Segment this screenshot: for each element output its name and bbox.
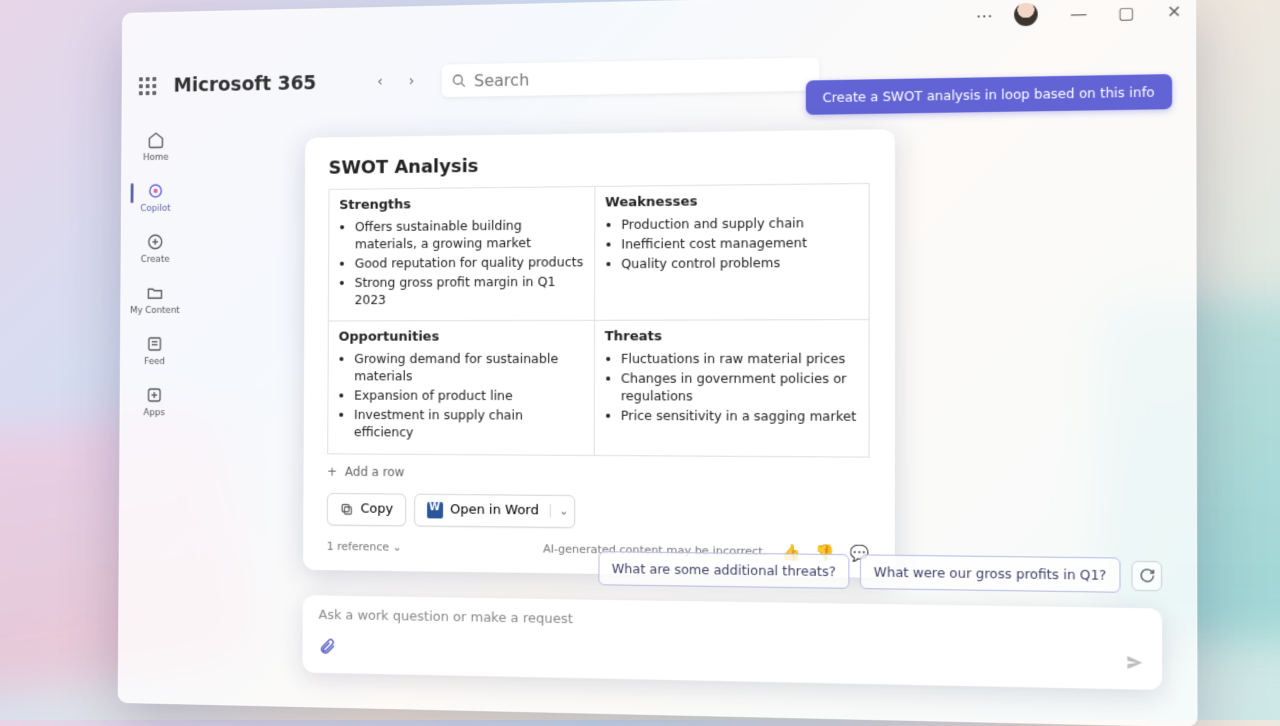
refresh-suggestions-button[interactable] — [1131, 560, 1162, 590]
list-item: Inefficient cost management — [621, 234, 858, 253]
plus-icon: + — [327, 464, 337, 478]
copy-button[interactable]: Copy — [327, 493, 406, 526]
list-item: Quality control problems — [621, 254, 858, 273]
maximize-button[interactable]: ▢ — [1120, 6, 1133, 19]
composer[interactable]: Ask a work question or make a request — [303, 595, 1163, 690]
list-item: Fluctuations in raw material prices — [621, 351, 858, 369]
sidebar-item-home[interactable]: Home — [143, 130, 169, 163]
swot-table: Strengths Offers sustainable building ma… — [327, 183, 869, 458]
feed-icon — [145, 334, 164, 354]
sidebar-item-copilot[interactable]: Copilot — [140, 181, 171, 214]
suggestion-chip[interactable]: What were our gross profits in Q1? — [860, 554, 1121, 592]
list-item: Price sensitivity in a sagging market — [621, 408, 858, 426]
action-row: Copy Open in Word ⌄ — [327, 493, 870, 531]
plus-circle-icon — [146, 232, 165, 252]
attach-button[interactable] — [318, 637, 336, 661]
app-window: ⋯ — ▢ ✕ Microsoft 365 ‹ › Search Home Co… — [118, 0, 1198, 726]
sidebar-item-apps[interactable]: Apps — [143, 385, 165, 418]
quadrant-opportunities: Opportunities Growing demand for sustain… — [328, 321, 594, 455]
card-title: SWOT Analysis — [329, 150, 870, 178]
list-item: Investment in supply chain efficiency — [354, 407, 583, 443]
sidebar-item-label: Home — [143, 153, 169, 163]
quadrant-heading: Opportunities — [339, 329, 584, 345]
suggestion-row: What are some additional threats? What w… — [598, 551, 1162, 593]
send-button[interactable] — [1125, 652, 1145, 676]
sidebar-item-create[interactable]: Create — [141, 232, 170, 265]
quadrant-threats: Threats Fluctuations in raw material pri… — [594, 320, 869, 457]
quadrant-strengths: Strengths Offers sustainable building ma… — [328, 186, 594, 321]
sidebar-item-label: My Content — [130, 306, 180, 316]
close-button[interactable]: ✕ — [1168, 5, 1181, 18]
folder-icon — [145, 283, 164, 303]
composer-placeholder: Ask a work question or make a request — [319, 608, 1145, 637]
avatar[interactable] — [1014, 3, 1038, 27]
sidebar-item-label: Create — [141, 255, 170, 265]
home-icon — [146, 130, 165, 150]
quadrant-heading: Strengths — [339, 195, 584, 213]
sidebar-item-mycontent[interactable]: My Content — [130, 283, 180, 316]
minimize-button[interactable]: — — [1072, 7, 1085, 20]
list-item: Offers sustainable building materials, a… — [355, 217, 584, 253]
more-button[interactable]: ⋯ — [976, 5, 995, 25]
sidebar-item-label: Apps — [143, 408, 165, 418]
sidebar-item-label: Copilot — [140, 204, 170, 214]
app-launcher-icon[interactable] — [139, 77, 156, 95]
add-row-button[interactable]: + Add a row — [327, 464, 869, 482]
add-row-label: Add a row — [345, 464, 405, 479]
send-icon — [1125, 652, 1145, 672]
copy-icon — [340, 502, 354, 516]
list-item: Growing demand for sustainable materials — [354, 351, 583, 386]
reference-toggle[interactable]: 1 reference ⌄ — [327, 540, 402, 554]
response-card: SWOT Analysis Strengths Offers sustainab… — [303, 129, 895, 577]
refresh-icon — [1139, 567, 1155, 583]
list-item: Expansion of product line — [354, 388, 583, 406]
list-item: Strong gross profit margin in Q1 2023 — [355, 273, 584, 309]
quadrant-heading: Threats — [605, 329, 858, 345]
list-item: Changes in government policies or regula… — [621, 371, 858, 407]
sidebar: Home Copilot Create My Content Feed Apps — [127, 130, 183, 419]
quadrant-weaknesses: Weaknesses Production and supply chain I… — [594, 183, 869, 320]
titlebar: ⋯ — ▢ ✕ — [976, 0, 1181, 27]
chevron-down-icon[interactable]: ⌄ — [550, 504, 569, 518]
sidebar-item-label: Feed — [144, 357, 165, 367]
list-item: Good reputation for quality products — [355, 254, 584, 273]
paperclip-icon — [318, 637, 336, 656]
word-icon — [427, 502, 443, 519]
user-prompt-bubble: Create a SWOT analysis in loop based on … — [806, 74, 1172, 115]
quadrant-heading: Weaknesses — [605, 192, 858, 210]
apps-icon — [145, 385, 164, 405]
suggestion-chip[interactable]: What are some additional threats? — [598, 551, 849, 589]
list-item: Production and supply chain — [621, 214, 858, 234]
sidebar-item-feed[interactable]: Feed — [144, 334, 165, 367]
copy-label: Copy — [360, 502, 393, 518]
main-area: Create a SWOT analysis in loop based on … — [205, 74, 1174, 710]
open-word-label: Open in Word — [450, 502, 539, 518]
copilot-icon — [146, 181, 165, 201]
open-in-word-button[interactable]: Open in Word ⌄ — [414, 493, 576, 527]
